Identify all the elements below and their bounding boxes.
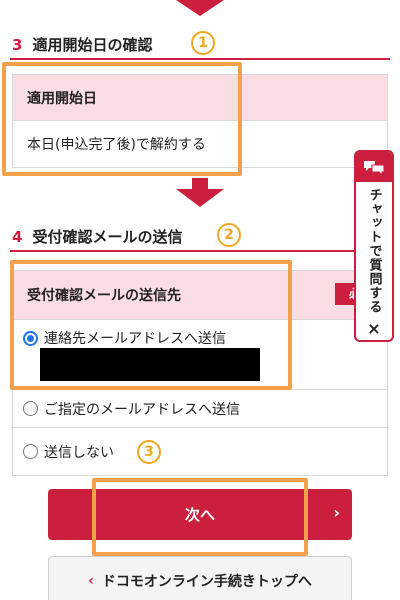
close-icon[interactable]: × bbox=[356, 319, 392, 338]
radio-label-specified-email: ご指定のメールアドレスへ送信 bbox=[44, 401, 240, 418]
annotation-box-3 bbox=[92, 478, 308, 556]
annotation-marker-1: 1 bbox=[191, 31, 215, 55]
chevron-right-icon: › bbox=[333, 503, 340, 522]
radio-label-no-send: 送信しない bbox=[44, 444, 114, 461]
annotation-marker-2: 2 bbox=[217, 223, 241, 247]
radio-option-no-send[interactable]: 送信しない bbox=[12, 428, 388, 476]
section-3-heading: 3 適用開始日の確認 bbox=[12, 34, 152, 55]
radio-button[interactable] bbox=[23, 444, 38, 459]
chevron-left-icon: ‹ bbox=[88, 573, 94, 589]
chat-bubbles-icon bbox=[356, 152, 392, 182]
section-3-title: 適用開始日の確認 bbox=[32, 36, 153, 54]
section-4-heading: 4 受付確認メールの送信 bbox=[12, 226, 182, 247]
back-to-top-button[interactable]: ‹ ドコモオンライン手続きトップへ bbox=[48, 556, 352, 600]
section-3-number: 3 bbox=[12, 36, 23, 54]
flow-arrow-mid bbox=[176, 189, 224, 207]
annotation-box-2 bbox=[10, 260, 292, 390]
chat-support-tab[interactable]: チャットで質問する × bbox=[354, 150, 394, 342]
annotation-marker-3: 3 bbox=[137, 440, 161, 464]
section-4-number: 4 bbox=[12, 228, 23, 246]
flow-arrow-top bbox=[176, 0, 224, 16]
radio-option-specified-email[interactable]: ご指定のメールアドレスへ送信 bbox=[12, 390, 388, 428]
section-4-title: 受付確認メールの送信 bbox=[32, 228, 183, 246]
section-3-rule bbox=[10, 58, 390, 60]
radio-button[interactable] bbox=[23, 401, 38, 416]
chat-tab-label: チャットで質問する bbox=[366, 188, 382, 314]
back-to-top-label: ドコモオンライン手続きトップへ bbox=[101, 574, 312, 590]
annotation-box-1 bbox=[2, 62, 242, 176]
section-4-rule bbox=[10, 250, 390, 252]
